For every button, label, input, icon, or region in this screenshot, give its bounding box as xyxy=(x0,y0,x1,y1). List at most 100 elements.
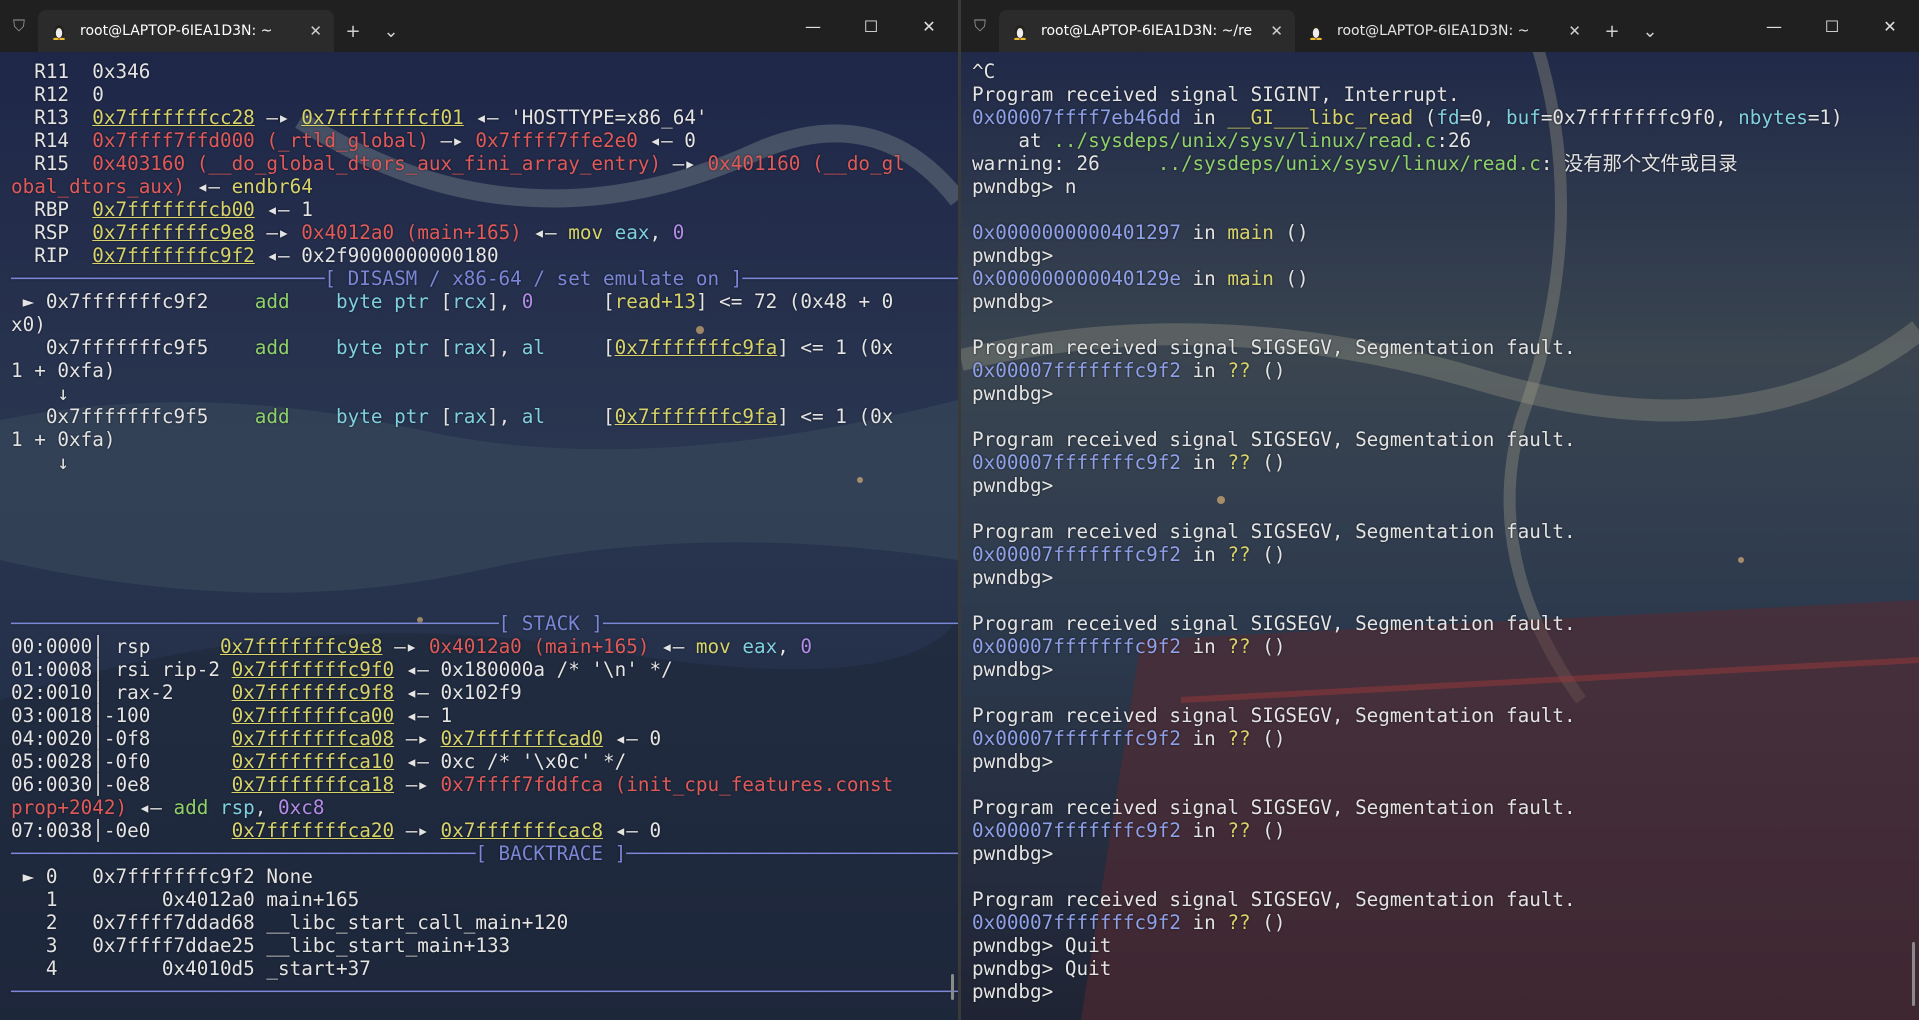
terminal-text: 0x00007ffff7eb46dd xyxy=(972,106,1181,129)
terminal-text: () xyxy=(1250,635,1286,658)
terminal-text: ] <= 1 (0x xyxy=(777,405,894,428)
terminal-text: ?? xyxy=(1227,635,1251,658)
terminal-text: =1) xyxy=(1807,106,1843,129)
terminal-text: ( xyxy=(1413,106,1437,129)
terminal-text: Program received signal SIGSEGV, Segment… xyxy=(972,520,1576,543)
terminal-output[interactable]: R11 0x346 R12 0 R13 0x7fffffffcc28 —▸ 0x… xyxy=(0,52,958,1020)
terminal-line: RIP 0x7fffffffc9f2 ◂— 0x2f9000000000180 xyxy=(11,244,958,267)
tab-active[interactable]: root@LAPTOP-6IEA1D3N: ~/re ✕ xyxy=(999,10,1295,52)
terminal-text: ] <= 72 (0x48 + 0 xyxy=(695,290,894,313)
terminal-text: Program received signal SIGSEGV, Segment… xyxy=(972,336,1576,359)
terminal-text: 0x00007fffffffc9f2 xyxy=(972,543,1181,566)
terminal-text: =0x7fffffffc9f0, xyxy=(1540,106,1739,129)
terminal-text: 2 0x7ffff7ddad68 __libc_start_call_main+… xyxy=(11,911,569,934)
terminal-text: byte ptr xyxy=(336,290,429,313)
terminal-text: R13 xyxy=(11,106,93,129)
title-bar: ⛉ root@LAPTOP-6IEA1D3N: ~/re ✕ root@LAPT… xyxy=(961,0,1919,52)
terminal-text: [ xyxy=(428,336,453,359)
terminal-text: ?? xyxy=(1227,451,1251,474)
terminal-text: mov xyxy=(568,221,604,244)
terminal-text: obal_dtors_aux) xyxy=(11,175,186,198)
terminal-line: 4 0x4010d5 _start+37 xyxy=(11,957,958,980)
terminal-text: —▸ xyxy=(254,106,302,129)
terminal-line: 0x00007fffffffc9f2 in ?? () xyxy=(972,727,1919,750)
terminal-text: —▸ xyxy=(428,129,476,152)
terminal-text: main xyxy=(1227,221,1274,244)
chevron-down-icon[interactable]: ⌄ xyxy=(372,10,410,52)
terminal-text: 0x7fffffffca18 xyxy=(231,773,395,796)
terminal-text: 0x4012a0 (main+165) xyxy=(301,221,522,244)
terminal-line: Program received signal SIGSEGV, Segment… xyxy=(972,428,1919,451)
terminal-line: Program received signal SIGSEGV, Segment… xyxy=(972,888,1919,911)
terminal-line: pwndbg> Quit xyxy=(972,957,1919,980)
terminal-line: R11 0x346 xyxy=(11,60,958,83)
terminal-line: pwndbg> xyxy=(972,842,1919,865)
terminal-text: () xyxy=(1273,267,1309,290)
terminal-line: Program received signal SIGINT, Interrup… xyxy=(972,83,1919,106)
terminal-line: R13 0x7fffffffcc28 —▸ 0x7fffffffcf01 ◂— … xyxy=(11,106,958,129)
terminal-text: 02:0010│ rax-2 xyxy=(11,681,232,704)
terminal-text: 07:0038│-0e0 xyxy=(11,819,232,842)
close-icon[interactable]: ✕ xyxy=(1568,22,1581,40)
chevron-down-icon[interactable]: ⌄ xyxy=(1631,10,1669,52)
tab-inactive[interactable]: root@LAPTOP-6IEA1D3N: ~ ✕ xyxy=(1295,10,1593,52)
terminal-line: Program received signal SIGSEGV, Segment… xyxy=(972,520,1919,543)
close-button[interactable]: ✕ xyxy=(900,0,958,52)
close-button[interactable]: ✕ xyxy=(1861,0,1919,52)
terminal-text: : 没有那个文件或目录 xyxy=(1540,152,1738,175)
terminal-text: endbr64 xyxy=(231,175,313,198)
terminal-line: 0x00007fffffffc9f2 in ?? () xyxy=(972,543,1919,566)
terminal-text: ?? xyxy=(1227,819,1251,842)
maximize-button[interactable]: ☐ xyxy=(842,0,900,52)
close-icon[interactable]: ✕ xyxy=(1270,22,1283,40)
terminal-text: [ xyxy=(545,336,615,359)
terminal-text: 04:0020│-0f8 xyxy=(11,727,232,750)
terminal-line: 0x00007fffffffc9f2 in ?? () xyxy=(972,359,1919,382)
terminal-text: Program received signal SIGSEGV, Segment… xyxy=(972,796,1576,819)
new-tab-button[interactable]: + xyxy=(1593,10,1631,52)
new-tab-button[interactable]: + xyxy=(334,10,372,52)
terminal-text: add xyxy=(254,336,290,359)
terminal-text: ◂— 1 xyxy=(394,704,453,727)
terminal-text: ?? xyxy=(1227,543,1251,566)
close-icon[interactable]: ✕ xyxy=(309,22,322,40)
minimize-button[interactable]: — xyxy=(1745,0,1803,52)
terminal-line: 05:0028│-0f0 0x7fffffffca10 ◂— 0xc /* '\… xyxy=(11,750,958,773)
terminal-text: in xyxy=(1180,819,1228,842)
terminal-text: :26 xyxy=(1436,129,1472,152)
terminal-line: ↓ xyxy=(11,451,958,474)
terminal-text: 0x00007fffffffc9f2 xyxy=(972,819,1181,842)
terminal-text: in xyxy=(1180,267,1228,290)
terminal-text: ────────────────────────────────────────… xyxy=(11,980,958,1003)
terminal-text: 0x00007fffffffc9f2 xyxy=(972,359,1181,382)
scrollbar[interactable] xyxy=(951,974,954,1000)
terminal-line: at ../sysdeps/unix/sysv/linux/read.c:26 xyxy=(972,129,1919,152)
terminal-line: ────────────────────────────────────────… xyxy=(11,980,958,1003)
maximize-button[interactable]: ☐ xyxy=(1803,0,1861,52)
terminal-text: rsp xyxy=(219,796,255,819)
terminal-text: 0x7fffffffcf01 xyxy=(301,106,464,129)
terminal-text: 0x000000000040129e xyxy=(972,267,1181,290)
tab-active[interactable]: root@LAPTOP-6IEA1D3N: ~ ✕ xyxy=(38,10,334,52)
scrollbar[interactable] xyxy=(1912,942,1915,1006)
terminal-text: main xyxy=(1227,267,1274,290)
terminal-text: () xyxy=(1250,819,1286,842)
terminal-output[interactable]: ^C Program received signal SIGINT, Interr… xyxy=(961,52,1919,1020)
terminal-line: obal_dtors_aux) ◂— endbr64 xyxy=(11,175,958,198)
terminal-line: 3 0x7ffff7ddae25 __libc_start_main+133 xyxy=(11,934,958,957)
terminal-line: pwndbg> xyxy=(972,980,1919,1003)
terminal-line: pwndbg> xyxy=(972,566,1919,589)
terminal-text: , xyxy=(777,635,801,658)
terminal-line: 0x00007ffff7eb46dd in __GI___libc_read (… xyxy=(972,106,1919,129)
terminal-text: 0 xyxy=(800,635,813,658)
minimize-button[interactable]: — xyxy=(784,0,842,52)
